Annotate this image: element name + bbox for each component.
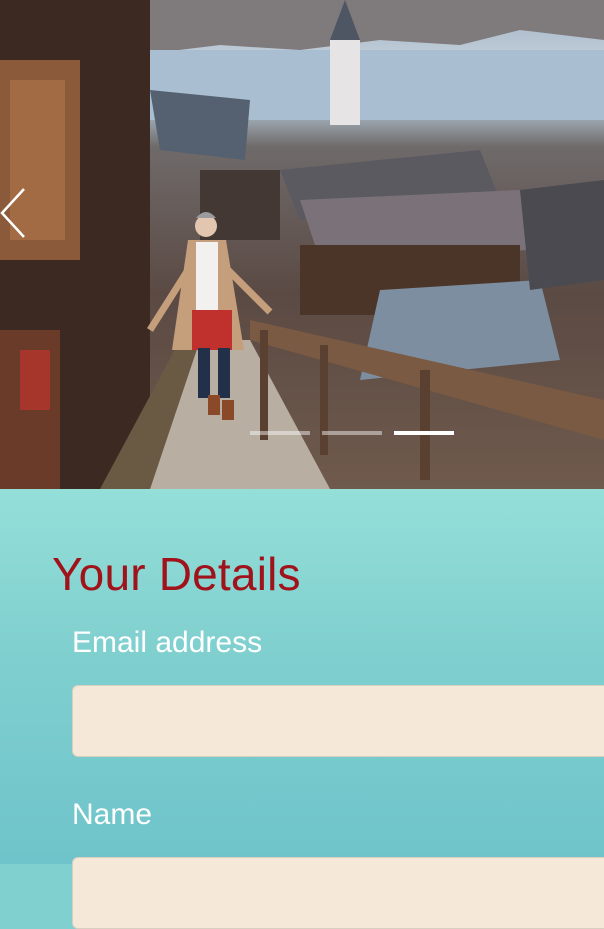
carousel-indicators	[250, 431, 454, 435]
name-label: Name	[72, 798, 153, 831]
details-form: Your Details Email address Name	[0, 489, 604, 929]
carousel-photo	[0, 0, 604, 489]
carousel-indicator-1[interactable]	[250, 431, 310, 435]
name-field[interactable]	[72, 857, 604, 929]
chevron-left-icon	[0, 188, 25, 238]
email-field[interactable]	[72, 685, 604, 757]
carousel-indicator-3[interactable]	[394, 431, 454, 435]
section-title: Your Details	[52, 548, 301, 600]
photo-carousel[interactable]	[0, 0, 604, 489]
carousel-prev-button[interactable]	[0, 183, 30, 243]
carousel-indicator-2[interactable]	[322, 431, 382, 435]
email-label: Email address	[72, 626, 263, 659]
